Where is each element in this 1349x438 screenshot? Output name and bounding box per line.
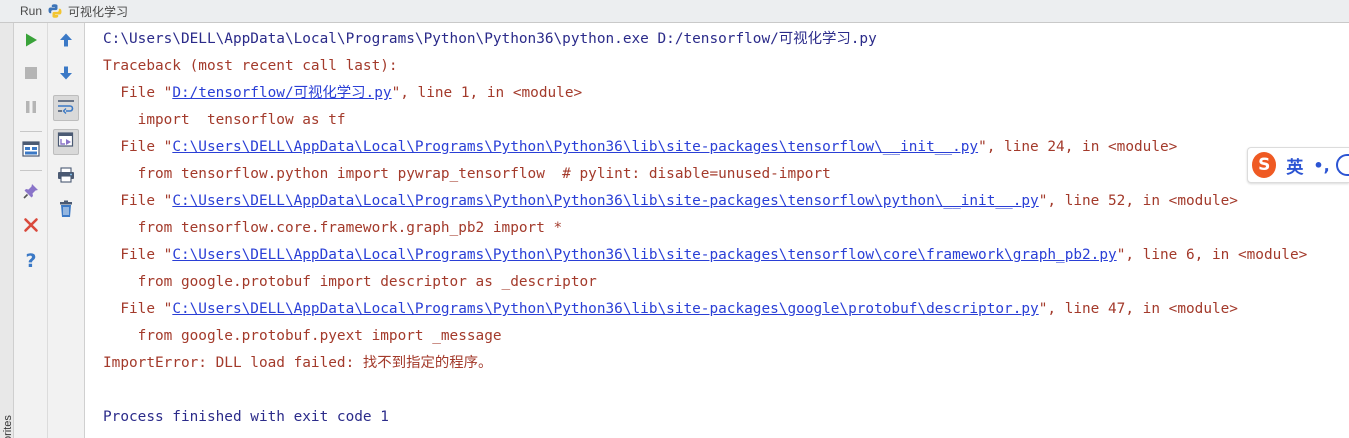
restore-layout-icon	[22, 141, 40, 161]
ime-toolbar[interactable]: S 英 •,	[1247, 147, 1349, 183]
file-prefix: File "	[103, 301, 173, 317]
file-suffix: ", line 47, in <module>	[1038, 301, 1238, 317]
scroll-to-end-icon	[57, 131, 75, 153]
help-icon: ?	[25, 250, 37, 272]
scroll-to-end-button[interactable]	[53, 129, 79, 155]
traceback-code-line: from tensorflow.python import pywrap_ten…	[103, 166, 831, 182]
ime-language-toggle[interactable]: 英	[1286, 153, 1303, 178]
file-path-link[interactable]: C:\Users\DELL\AppData\Local\Programs\Pyt…	[172, 139, 978, 155]
pause-button[interactable]	[18, 96, 44, 122]
close-icon	[23, 217, 39, 237]
command-line: C:\Users\DELL\AppData\Local\Programs\Pyt…	[103, 31, 877, 47]
traceback-code-line: from tensorflow.core.framework.graph_pb2…	[103, 220, 563, 236]
previous-occurrence-button[interactable]	[53, 29, 79, 55]
file-path-link[interactable]: C:\Users\DELL\AppData\Local\Programs\Pyt…	[172, 247, 1116, 263]
up-arrow-icon	[58, 32, 74, 52]
print-button[interactable]	[53, 164, 79, 190]
close-button[interactable]	[18, 214, 44, 240]
pause-icon	[23, 99, 39, 119]
rerun-button[interactable]	[18, 29, 44, 55]
traceback-code-line: import tensorflow as tf	[103, 112, 346, 128]
pin-tab-button[interactable]	[18, 180, 44, 206]
print-icon	[57, 167, 75, 187]
run-config-name[interactable]: 可视化学习	[68, 3, 128, 20]
run-icon	[23, 32, 39, 52]
run-tool-window-header: Run 可视化学习	[0, 0, 1349, 23]
file-suffix: ", line 6, in <module>	[1116, 247, 1308, 263]
error-message: ImportError: DLL load failed: 找不到指定的程序。	[103, 355, 493, 371]
clear-all-button[interactable]	[53, 198, 79, 224]
traceback-file-line: File "C:\Users\DELL\AppData\Local\Progra…	[103, 242, 1307, 269]
file-suffix: ", line 24, in <module>	[978, 139, 1178, 155]
soft-wrap-button[interactable]	[53, 95, 79, 121]
traceback-file-line: File "C:\Users\DELL\AppData\Local\Progra…	[103, 188, 1238, 215]
file-path-link[interactable]: C:\Users\DELL\AppData\Local\Programs\Pyt…	[172, 301, 1038, 317]
trash-icon	[58, 200, 74, 222]
next-occurrence-button[interactable]	[53, 62, 79, 88]
ime-fullwidth-icon[interactable]	[1335, 154, 1349, 176]
down-arrow-icon	[58, 65, 74, 85]
console-output[interactable]: C:\Users\DELL\AppData\Local\Programs\Pyt…	[85, 23, 1349, 438]
soft-wrap-icon	[57, 98, 75, 118]
ime-punctuation-toggle[interactable]: •,	[1313, 156, 1329, 175]
traceback-header: Traceback (most recent call last):	[103, 58, 398, 74]
exit-message: Process finished with exit code 1	[103, 409, 389, 425]
file-path-link[interactable]: D:/tensorflow/可视化学习.py	[172, 85, 391, 101]
python-file-icon	[47, 3, 63, 19]
file-suffix: ", line 52, in <module>	[1038, 193, 1238, 209]
file-prefix: File "	[103, 193, 173, 209]
run-tab-label[interactable]: Run	[20, 4, 42, 18]
run-toolbar-primary: ?	[14, 23, 48, 438]
favorites-side-strip[interactable]: orites	[0, 23, 14, 438]
file-path-link[interactable]: C:\Users\DELL\AppData\Local\Programs\Pyt…	[172, 193, 1038, 209]
toolbar-separator	[20, 131, 42, 132]
help-button[interactable]: ?	[18, 248, 44, 274]
traceback-file-line: File "C:\Users\DELL\AppData\Local\Progra…	[103, 134, 1177, 161]
traceback-file-line: File "C:\Users\DELL\AppData\Local\Progra…	[103, 296, 1238, 323]
pin-icon	[22, 182, 40, 204]
toolbar-separator	[20, 170, 42, 171]
file-suffix: ", line 1, in <module>	[391, 85, 583, 101]
file-prefix: File "	[103, 85, 173, 101]
traceback-code-line: from google.protobuf.pyext import _messa…	[103, 328, 502, 344]
file-prefix: File "	[103, 247, 173, 263]
traceback-file-line: File "D:/tensorflow/可视化学习.py", line 1, i…	[103, 80, 582, 107]
stop-icon	[23, 65, 39, 85]
stop-button[interactable]	[18, 62, 44, 88]
file-prefix: File "	[103, 139, 173, 155]
run-toolbar-secondary	[48, 23, 85, 438]
restore-layout-button[interactable]	[18, 138, 44, 164]
traceback-code-line: from google.protobuf import descriptor a…	[103, 274, 597, 290]
ime-logo-icon[interactable]: S	[1252, 152, 1277, 178]
favorites-label[interactable]: orites	[2, 412, 14, 438]
